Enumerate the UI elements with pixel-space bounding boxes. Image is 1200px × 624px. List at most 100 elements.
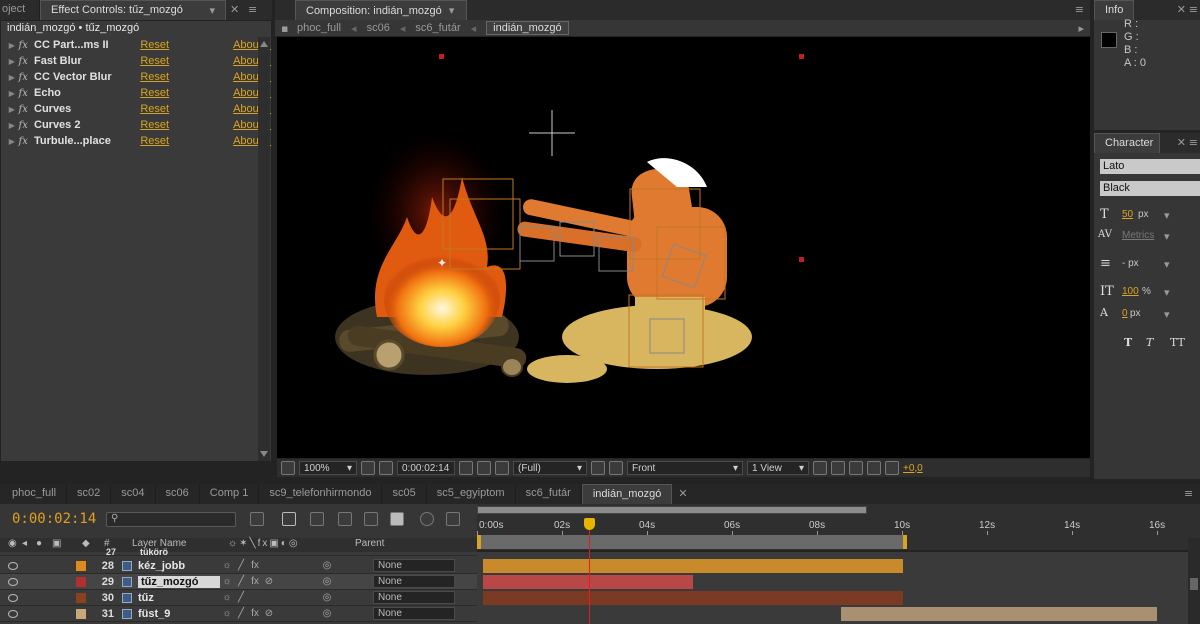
expand-triangle-icon[interactable]: ▶ <box>5 105 19 114</box>
frame-blending-icon[interactable] <box>364 512 378 526</box>
timeline-tab[interactable]: sc04 <box>111 484 156 504</box>
eye-icon[interactable] <box>8 561 18 570</box>
composition-viewer[interactable]: ✦ <box>277 37 1090 458</box>
flowchart-icon[interactable] <box>867 461 881 475</box>
live-update-icon[interactable] <box>282 512 296 526</box>
label-color-swatch[interactable] <box>76 576 86 587</box>
close-icon[interactable]: ✕ <box>1177 3 1186 16</box>
parent-select[interactable]: None <box>373 591 455 604</box>
eye-icon[interactable] <box>8 593 18 602</box>
panel-menu-icon[interactable]: ≡ <box>1184 487 1193 500</box>
layer-duration-bar[interactable] <box>483 591 903 605</box>
timeline-timecode[interactable]: 0:00:02:14 <box>12 511 96 527</box>
reset-link[interactable]: Reset <box>140 87 233 99</box>
scrollbar[interactable] <box>258 37 270 461</box>
layer-name[interactable]: füst_9 <box>138 608 220 620</box>
safe-margins-icon[interactable] <box>361 461 375 475</box>
mask-icon[interactable] <box>379 461 393 475</box>
flow-tab-active[interactable]: indián_mozgó <box>486 21 569 35</box>
chevron-down-icon[interactable]: ▾ <box>449 4 455 17</box>
fx-icon[interactable]: fx <box>19 72 34 83</box>
roi-icon[interactable] <box>591 461 605 475</box>
fx-icon[interactable]: fx <box>19 40 34 51</box>
timeline-tab[interactable]: phoc_full <box>2 484 68 504</box>
label-color-swatch[interactable] <box>76 608 86 619</box>
lock-icon[interactable]: ▪ <box>281 22 288 35</box>
fast-preview-icon[interactable] <box>831 461 845 475</box>
font-family-field[interactable]: Lato <box>1100 159 1200 174</box>
chevron-down-icon[interactable]: ▾ <box>1164 286 1170 299</box>
view-select[interactable]: Front ▾ <box>627 461 743 475</box>
timecode-field[interactable]: 0:00:02:14 <box>397 461 455 475</box>
collapse-switch-icon[interactable]: ╱ <box>234 560 248 571</box>
channel-icon[interactable] <box>477 461 491 475</box>
motion-blur-switch-icon[interactable]: ⊘ <box>262 608 276 619</box>
effect-row[interactable]: ▶ fx Fast Blur Reset About... <box>5 53 271 69</box>
effect-row[interactable]: ▶ fx Echo Reset About... <box>5 85 271 101</box>
faux-bold-button[interactable]: T <box>1124 336 1132 349</box>
flow-tab-1[interactable]: sc06 <box>367 22 390 34</box>
shy-icon[interactable] <box>338 512 352 526</box>
panel-menu-icon[interactable]: ≡ <box>1189 136 1198 149</box>
shy-switch-icon[interactable]: ☼ <box>220 576 234 587</box>
tab-character[interactable]: Character <box>1094 133 1160 153</box>
timeline-tab[interactable]: sc9_telefonhirmondo <box>259 484 383 504</box>
timeline-tab[interactable]: sc06 <box>156 484 200 504</box>
layer-duration-bar[interactable] <box>483 559 903 573</box>
parent-select[interactable]: None <box>373 607 455 620</box>
layer-name[interactable]: tűz <box>138 592 220 604</box>
tracking-mode[interactable]: Metrics <box>1122 230 1154 241</box>
transparency-grid-icon[interactable] <box>609 461 623 475</box>
close-icon[interactable]: ✕ <box>1177 136 1186 149</box>
all-caps-button[interactable]: TT <box>1170 336 1185 349</box>
work-area-bar[interactable] <box>477 506 867 514</box>
timeline-tab[interactable]: sc5_egyiptom <box>427 484 516 504</box>
panel-menu-icon[interactable]: ≡ <box>1189 3 1198 16</box>
chevron-down-icon[interactable]: ▾ <box>1164 209 1170 222</box>
timeline-icon[interactable] <box>849 461 863 475</box>
baseline-value[interactable]: 0 <box>1122 308 1128 319</box>
shy-switch-icon[interactable]: ☼ <box>220 560 234 571</box>
timeline-tab[interactable]: sc6_futár <box>516 484 582 504</box>
expand-triangle-icon[interactable]: ▶ <box>5 137 19 146</box>
parent-pickwhip-icon[interactable]: ◎ <box>320 592 334 603</box>
eye-icon[interactable] <box>8 577 18 586</box>
fx-switch-icon[interactable]: fx <box>248 576 262 587</box>
effect-row[interactable]: ▶ fx Turbule...place Reset About... <box>5 133 271 149</box>
font-style-field[interactable]: Black <box>1100 181 1200 196</box>
label-color-swatch[interactable] <box>76 592 86 603</box>
timeline-tab[interactable]: sc05 <box>382 484 427 504</box>
chevron-down-icon[interactable]: ▾ <box>1164 258 1170 271</box>
vertical-scale-value[interactable]: 100 <box>1122 286 1139 297</box>
color-icon[interactable] <box>495 461 509 475</box>
faux-italic-button[interactable]: T <box>1146 336 1153 349</box>
fx-icon[interactable]: fx <box>19 104 34 115</box>
work-area-range[interactable] <box>477 535 907 549</box>
timeline-tab[interactable]: sc02 <box>67 484 112 504</box>
playhead-handle[interactable] <box>584 518 595 530</box>
expand-triangle-icon[interactable]: ▶ <box>5 41 19 50</box>
expand-triangle-icon[interactable]: ▶ <box>5 73 19 82</box>
table-row[interactable]: 28 kéz_jobb ☼ ╱ fx ◎ None <box>0 558 477 574</box>
layer-name[interactable]: tűz_mozgó <box>138 575 220 588</box>
chevron-down-icon[interactable]: ▾ <box>209 4 215 20</box>
scroll-down-icon[interactable] <box>260 451 268 457</box>
timeline-tab[interactable]: Comp 1 <box>200 484 260 504</box>
fx-icon[interactable]: fx <box>19 56 34 67</box>
collapse-switch-icon[interactable]: ╱ <box>234 576 248 587</box>
reset-link[interactable]: Reset <box>140 103 233 115</box>
reset-link[interactable]: Reset <box>140 39 233 51</box>
flow-arrow-icon[interactable]: ▸ <box>1078 22 1084 35</box>
shy-switch-icon[interactable]: ☼ <box>220 592 234 603</box>
fx-icon[interactable]: fx <box>19 88 34 99</box>
expand-triangle-icon[interactable]: ▶ <box>5 57 19 66</box>
leading-unit[interactable]: - px <box>1122 258 1139 269</box>
table-row[interactable]: 29 tűz_mozgó ☼ ╱ fx ⊘ ◎ None <box>0 574 477 590</box>
views-select[interactable]: 1 View ▾ <box>747 461 809 475</box>
table-row[interactable]: 31 füst_9 ☼ ╱ fx ⊘ ◎ None <box>0 606 477 622</box>
font-size-value[interactable]: 50 <box>1122 209 1133 220</box>
toggle-pixel-icon[interactable] <box>813 461 827 475</box>
parent-pickwhip-icon[interactable]: ◎ <box>320 560 334 571</box>
shy-switch-icon[interactable]: ☼ <box>220 608 234 619</box>
reset-exposure-icon[interactable] <box>885 461 899 475</box>
